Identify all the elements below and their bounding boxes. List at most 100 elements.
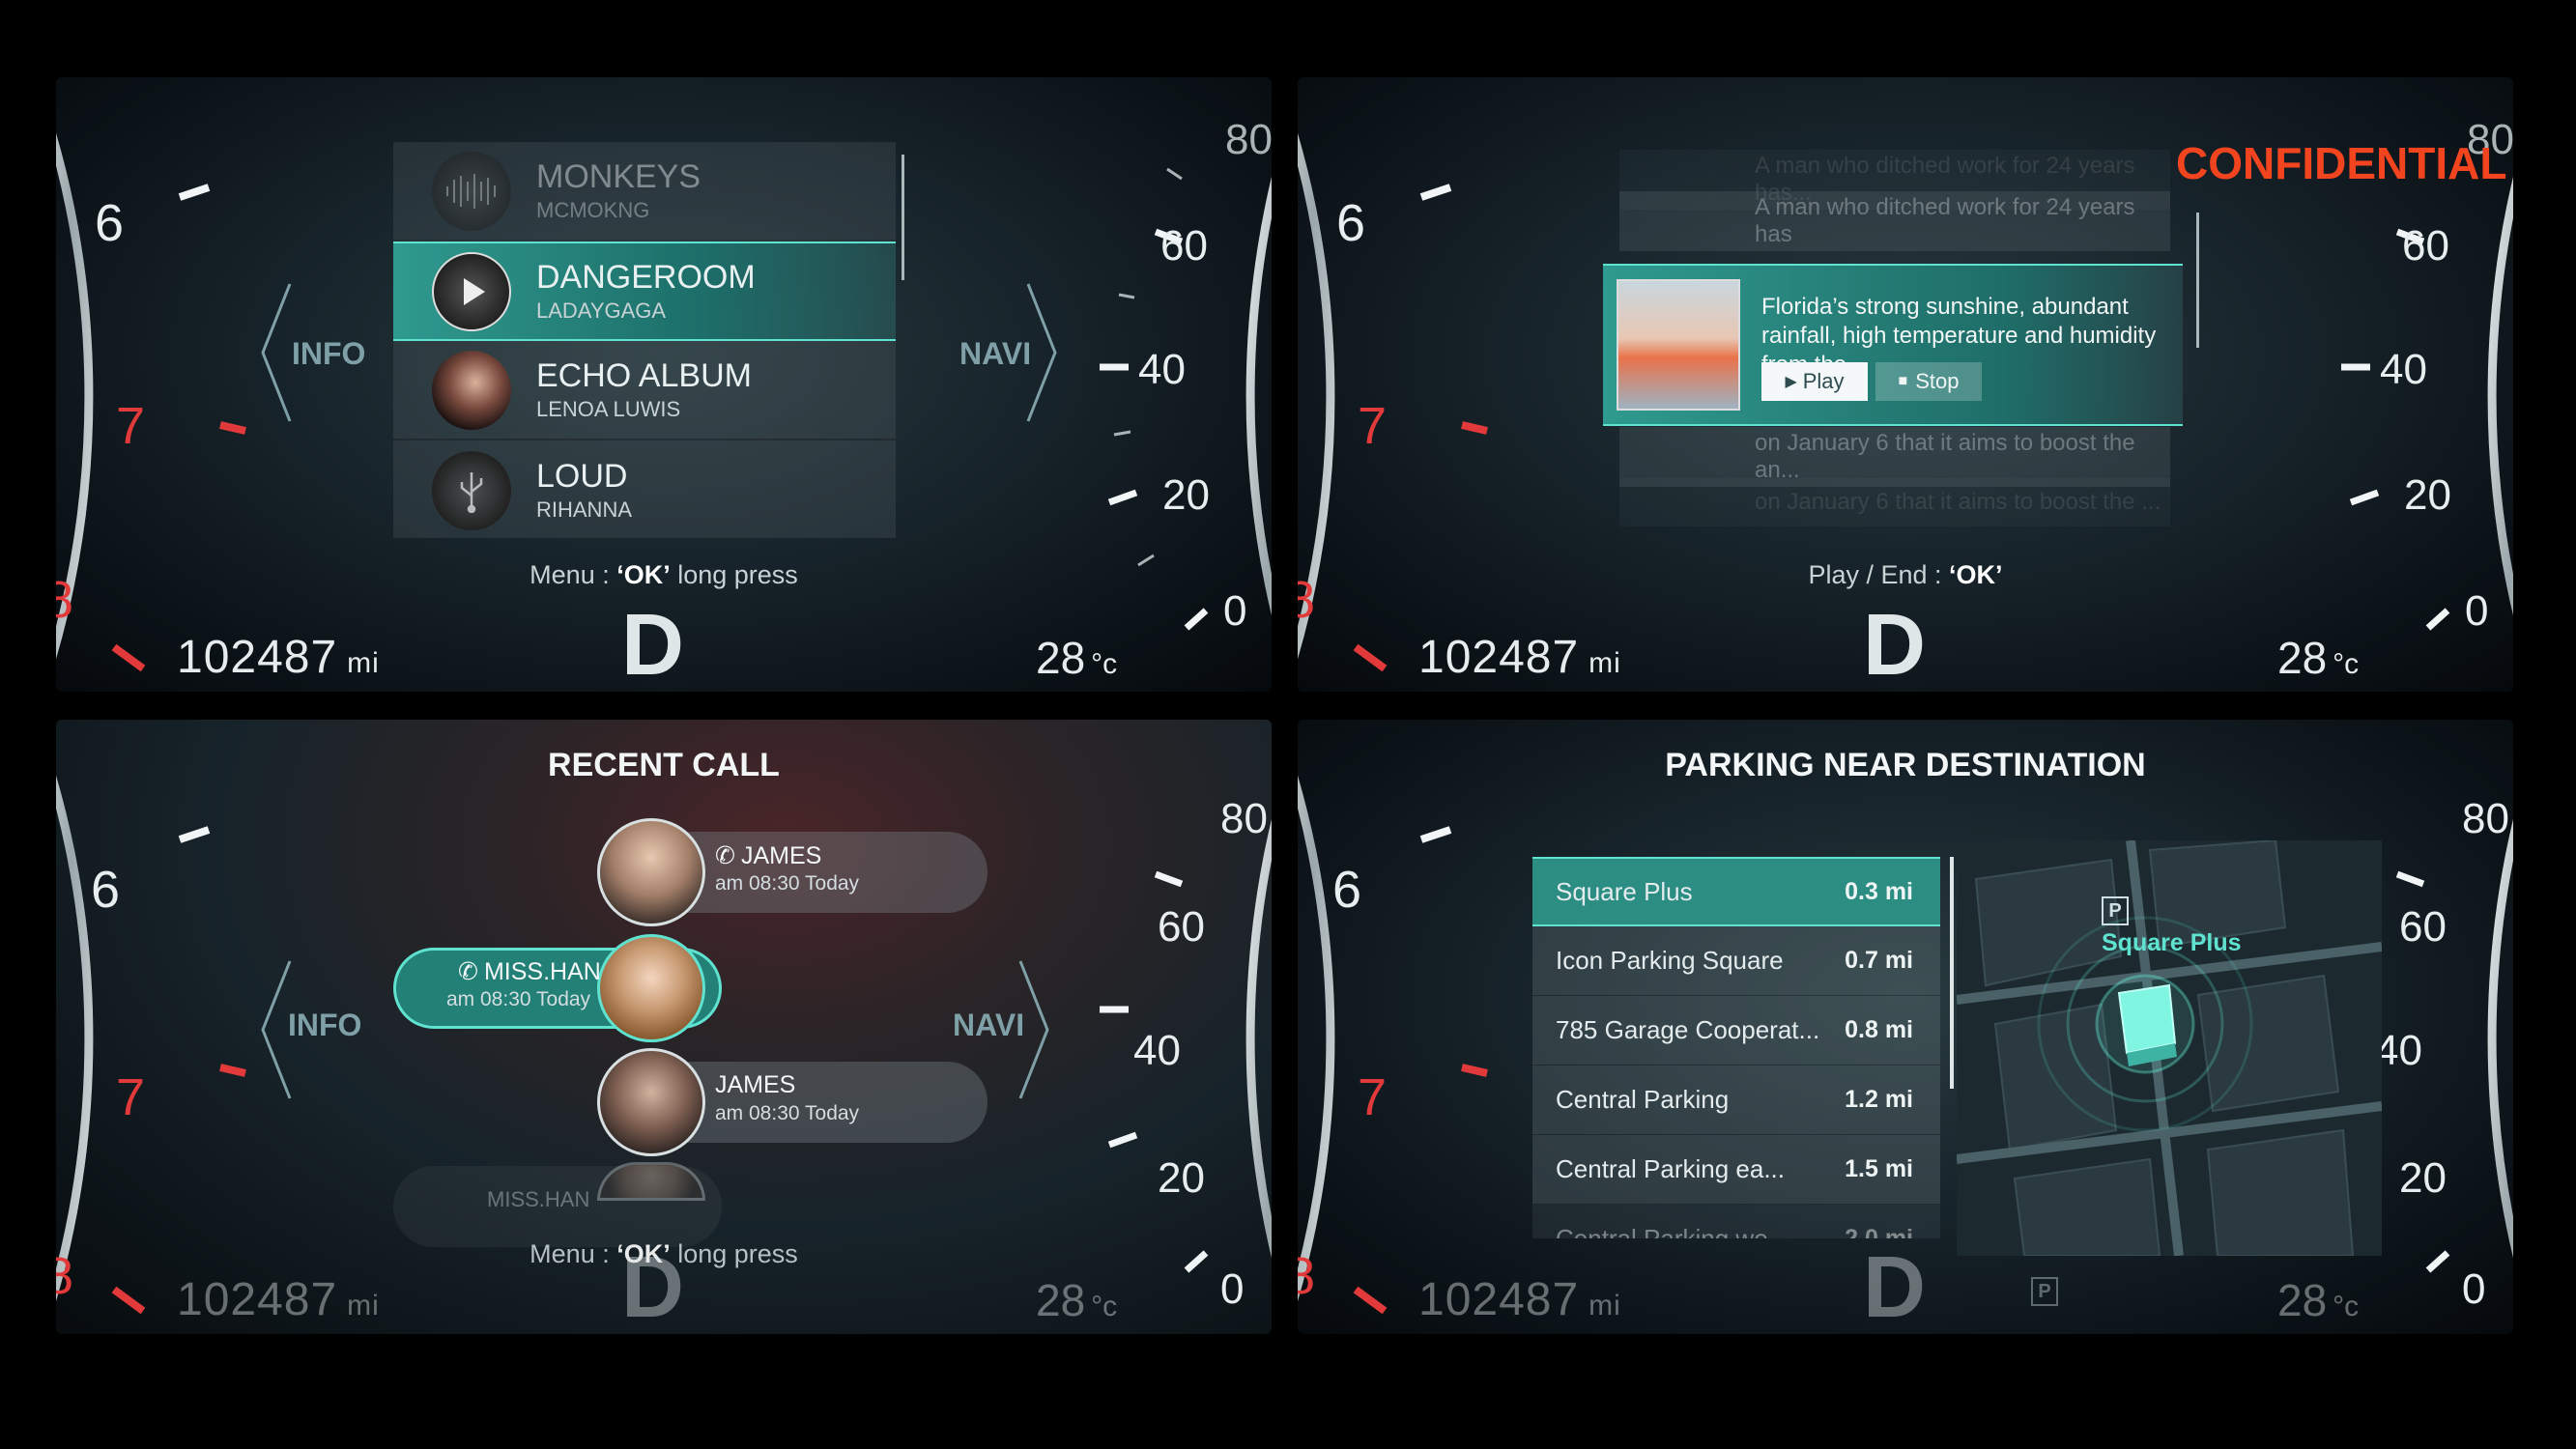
music-panel: 6 7 8 80 60 40 20 0 INFO NAVI MONKEYS MC… (56, 77, 1272, 692)
parking-icon[interactable]: P (2031, 1277, 2058, 1306)
play-label: Play (1802, 369, 1845, 393)
parking-icon[interactable]: P (2102, 896, 2129, 925)
scrollbar[interactable] (1950, 857, 1954, 1089)
scrollbar[interactable] (902, 155, 904, 280)
speed-tick-0: 0 (2465, 587, 2489, 635)
odometer-value: 102487 (177, 1274, 338, 1325)
list-item[interactable]: LOUD RIHANNA (393, 440, 896, 540)
news-item-selected[interactable]: Florida’s strong sunshine, abundant rain… (1603, 264, 2183, 426)
temperature-value: 28 (1036, 1275, 1086, 1325)
temperature: 28 °c (1036, 632, 1117, 684)
speed-tick-0: 0 (1223, 587, 1247, 635)
usb-icon (460, 471, 483, 513)
odometer-unit: mi (347, 1290, 380, 1321)
parking-distance: 2.0 mi (1845, 1225, 1913, 1238)
odometer-value: 102487 (1418, 1274, 1580, 1325)
speed-tick-80: 80 (1225, 116, 1272, 163)
album-art (432, 350, 511, 430)
chevron-left-icon[interactable] (257, 280, 296, 425)
phone-icon: ✆ (458, 958, 478, 985)
parking-icon-label: P (2108, 899, 2122, 922)
info-label[interactable]: INFO (292, 336, 365, 372)
caller-name: JAMES (715, 1071, 796, 1098)
parking-item[interactable]: Icon Parking Square 0.7 mi (1532, 926, 1940, 996)
speed-tick-80: 80 (1220, 795, 1268, 842)
speed-tick-20: 20 (1162, 471, 1210, 519)
navi-label[interactable]: NAVI (953, 1008, 1024, 1043)
hint-prefix: Play / End : (1808, 560, 1950, 589)
play-button[interactable]: ▶ Play (1761, 362, 1868, 401)
parking-item[interactable]: Central Parking we... 2.0 mi (1532, 1205, 1940, 1238)
temperature-unit: °c (1091, 648, 1118, 680)
news-item[interactable]: on January 6 that it aims to boost the .… (1619, 478, 2170, 526)
parking-name: Central Parking (1556, 1085, 1730, 1114)
confidential-watermark: CONFIDENTIAL (2176, 138, 2507, 188)
speed-tick-0: 0 (1220, 1265, 1245, 1313)
parking-icon-label: P (2038, 1280, 2051, 1302)
odometer: 102487 mi (177, 1273, 380, 1326)
hint-suffix: long press (670, 1239, 798, 1268)
gear-indicator: D (1863, 597, 1926, 692)
track-title: LOUD (536, 458, 628, 495)
parking-item[interactable]: Central Parking ea... 1.5 mi (1532, 1135, 1940, 1205)
odometer: 102487 mi (1418, 1273, 1621, 1326)
stop-button[interactable]: ■ Stop (1875, 362, 1982, 401)
speed-tick-40: 40 (1138, 346, 1186, 393)
section-title: RECENT CALL (548, 747, 780, 783)
album-art (432, 151, 511, 231)
temperature: 28 °c (1036, 1274, 1117, 1326)
menu-hint: Menu : ‘OK’ long press (56, 560, 1272, 590)
navi-label[interactable]: NAVI (959, 336, 1031, 372)
parking-item-selected[interactable]: Square Plus 0.3 mi (1532, 857, 1940, 926)
track-title: DANGEROOM (536, 259, 756, 296)
rpm-tick-7: 7 (1358, 1068, 1388, 1126)
play-icon[interactable] (452, 272, 491, 311)
call-name: ✆ MISS.HAN (458, 957, 601, 986)
speed-tick-60: 60 (1158, 903, 1205, 951)
parking-map[interactable] (1957, 840, 2382, 1256)
gear-indicator: D (621, 1239, 684, 1334)
hint-key: ‘OK’ (616, 560, 671, 589)
list-item-selected[interactable]: DANGEROOM LADAYGAGA (393, 242, 896, 341)
parking-distance: 1.2 mi (1845, 1086, 1913, 1113)
speed-tick-60: 60 (1160, 222, 1208, 270)
map-destination-label: Square Plus (2102, 929, 2242, 956)
caller-name: MISS.HAN (487, 1187, 590, 1211)
speed-tick-20: 20 (1158, 1154, 1205, 1202)
speed-tick-80: 80 (2462, 795, 2509, 842)
list-item[interactable]: ECHO ALBUM LENOA LUWIS (393, 341, 896, 440)
hint-prefix: Menu : (530, 560, 617, 589)
track-artist: LENOA LUWIS (536, 397, 681, 421)
stop-icon: ■ (1898, 373, 1908, 389)
track-artist: MCMOKNG (536, 198, 650, 222)
call-time: am 08:30 Today (715, 1102, 860, 1124)
temperature-value: 28 (2277, 1275, 2328, 1325)
speed-tick-20: 20 (2399, 1154, 2447, 1202)
parking-list: Square Plus 0.3 mi Icon Parking Square 0.7… (1532, 857, 1940, 1238)
scrollbar[interactable] (2196, 213, 2199, 348)
parking-name: Square Plus (1556, 876, 1693, 906)
temperature-value: 28 (2277, 633, 2328, 683)
news-headline: on January 6 that it aims to boost the .… (1755, 489, 2161, 515)
odometer-unit: mi (1589, 647, 1621, 679)
speed-tick-0: 0 (2462, 1265, 2486, 1313)
parking-item[interactable]: 785 Garage Cooperat... 0.8 mi (1532, 996, 1940, 1065)
speed-tick-60: 60 (2402, 222, 2449, 270)
track-title: MONKEYS (536, 158, 701, 195)
parking-distance: 0.7 mi (1845, 947, 1913, 974)
call-time: am 08:30 Today (715, 872, 860, 895)
parking-distance: 0.8 mi (1845, 1016, 1913, 1043)
news-item[interactable]: A man who ditched work for 24 years has (1619, 191, 2170, 251)
rpm-tick-6: 6 (1336, 194, 1366, 252)
parking-item[interactable]: Central Parking 1.2 mi (1532, 1065, 1940, 1135)
gear-indicator: D (621, 597, 684, 692)
parking-name: Central Parking we... (1556, 1224, 1789, 1238)
caller-name: MISS.HAN (483, 957, 601, 985)
play-icon: ▶ (1785, 374, 1797, 390)
music-list: MONKEYS MCMOKNG DANGEROOM LADAYGAGA ECHO… (393, 142, 896, 538)
avatar (597, 818, 705, 926)
info-label[interactable]: INFO (288, 1008, 361, 1043)
odometer: 102487 mi (1418, 631, 1621, 684)
list-item[interactable]: MONKEYS MCMOKNG (393, 142, 896, 242)
odometer-value: 102487 (1418, 632, 1580, 683)
